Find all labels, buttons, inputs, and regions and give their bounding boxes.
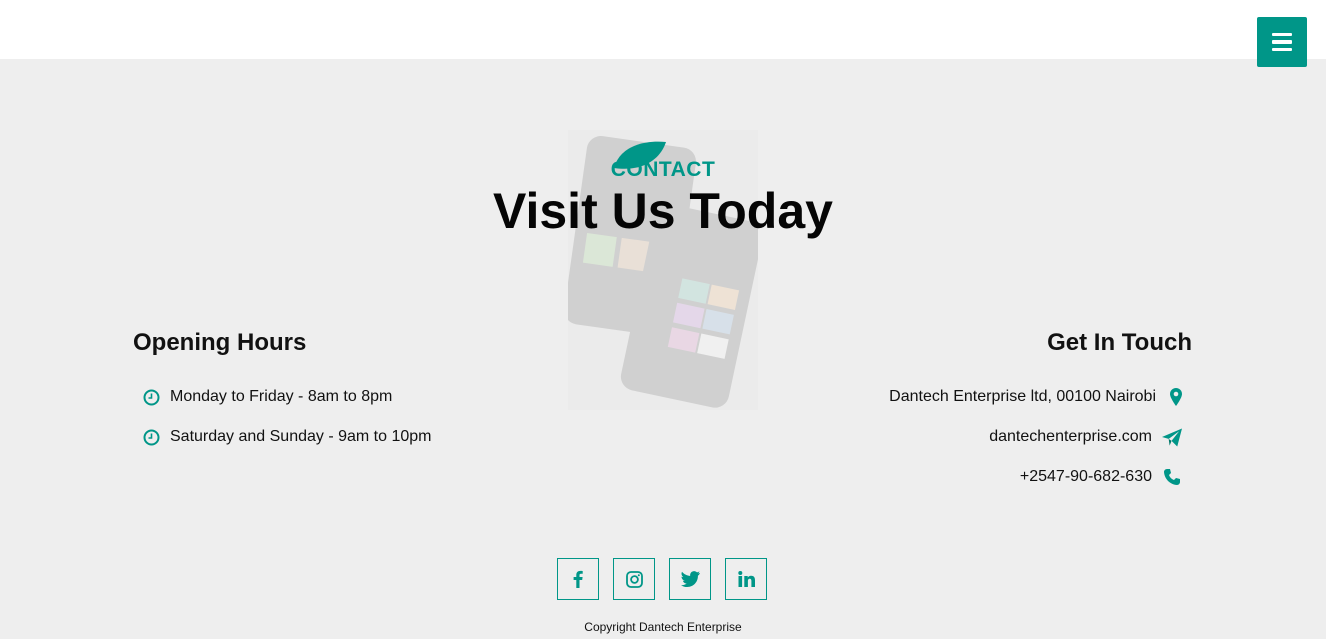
hours-weekdays-text: Monday to Friday - 8am to 8pm [170,388,393,405]
opening-hours-section: Opening Hours Monday to Friday - 8am to … [133,329,533,457]
hours-weekend-text: Saturday and Sunday - 9am to 10pm [170,428,432,445]
twitter-icon [680,571,700,587]
hamburger-icon [1272,32,1292,37]
website-link[interactable]: dantechenterprise.com [989,428,1152,446]
page-title: Visit Us Today [493,183,833,239]
opening-hours-title: Opening Hours [133,329,307,356]
get-in-touch-title: Get In Touch [1047,329,1192,356]
get-in-touch-section: Get In Touch Dantech Enterprise ltd, 001… [800,329,1192,497]
instagram-icon [625,570,643,588]
menu-button[interactable] [1257,17,1307,67]
section-kicker: CONTACT [610,158,716,181]
facebook-button[interactable] [557,558,599,600]
paper-plane-icon [1162,427,1182,447]
copyright-text: Copyright Dantech Enterprise [584,620,742,634]
phone-icon [1164,469,1180,485]
hours-weekdays: Monday to Friday - 8am to 8pm [133,377,533,417]
hours-weekend: Saturday and Sunday - 9am to 10pm [133,417,533,457]
linkedin-icon [737,571,755,587]
location-pin-icon [1170,388,1182,406]
website-row[interactable]: dantechenterprise.com [800,417,1192,457]
facebook-icon [573,570,583,588]
instagram-button[interactable] [613,558,655,600]
top-bar [0,0,1326,59]
clock-icon [143,389,160,405]
twitter-button[interactable] [669,558,711,600]
address-text: Dantech Enterprise ltd, 00100 Nairobi [889,388,1156,405]
phone-row[interactable]: +2547-90-682-630 [800,457,1192,497]
social-links [557,558,767,600]
address-row: Dantech Enterprise ltd, 00100 Nairobi [800,377,1192,417]
clock-icon [143,429,160,445]
linkedin-button[interactable] [725,558,767,600]
phone-number[interactable]: +2547-90-682-630 [1020,468,1152,486]
